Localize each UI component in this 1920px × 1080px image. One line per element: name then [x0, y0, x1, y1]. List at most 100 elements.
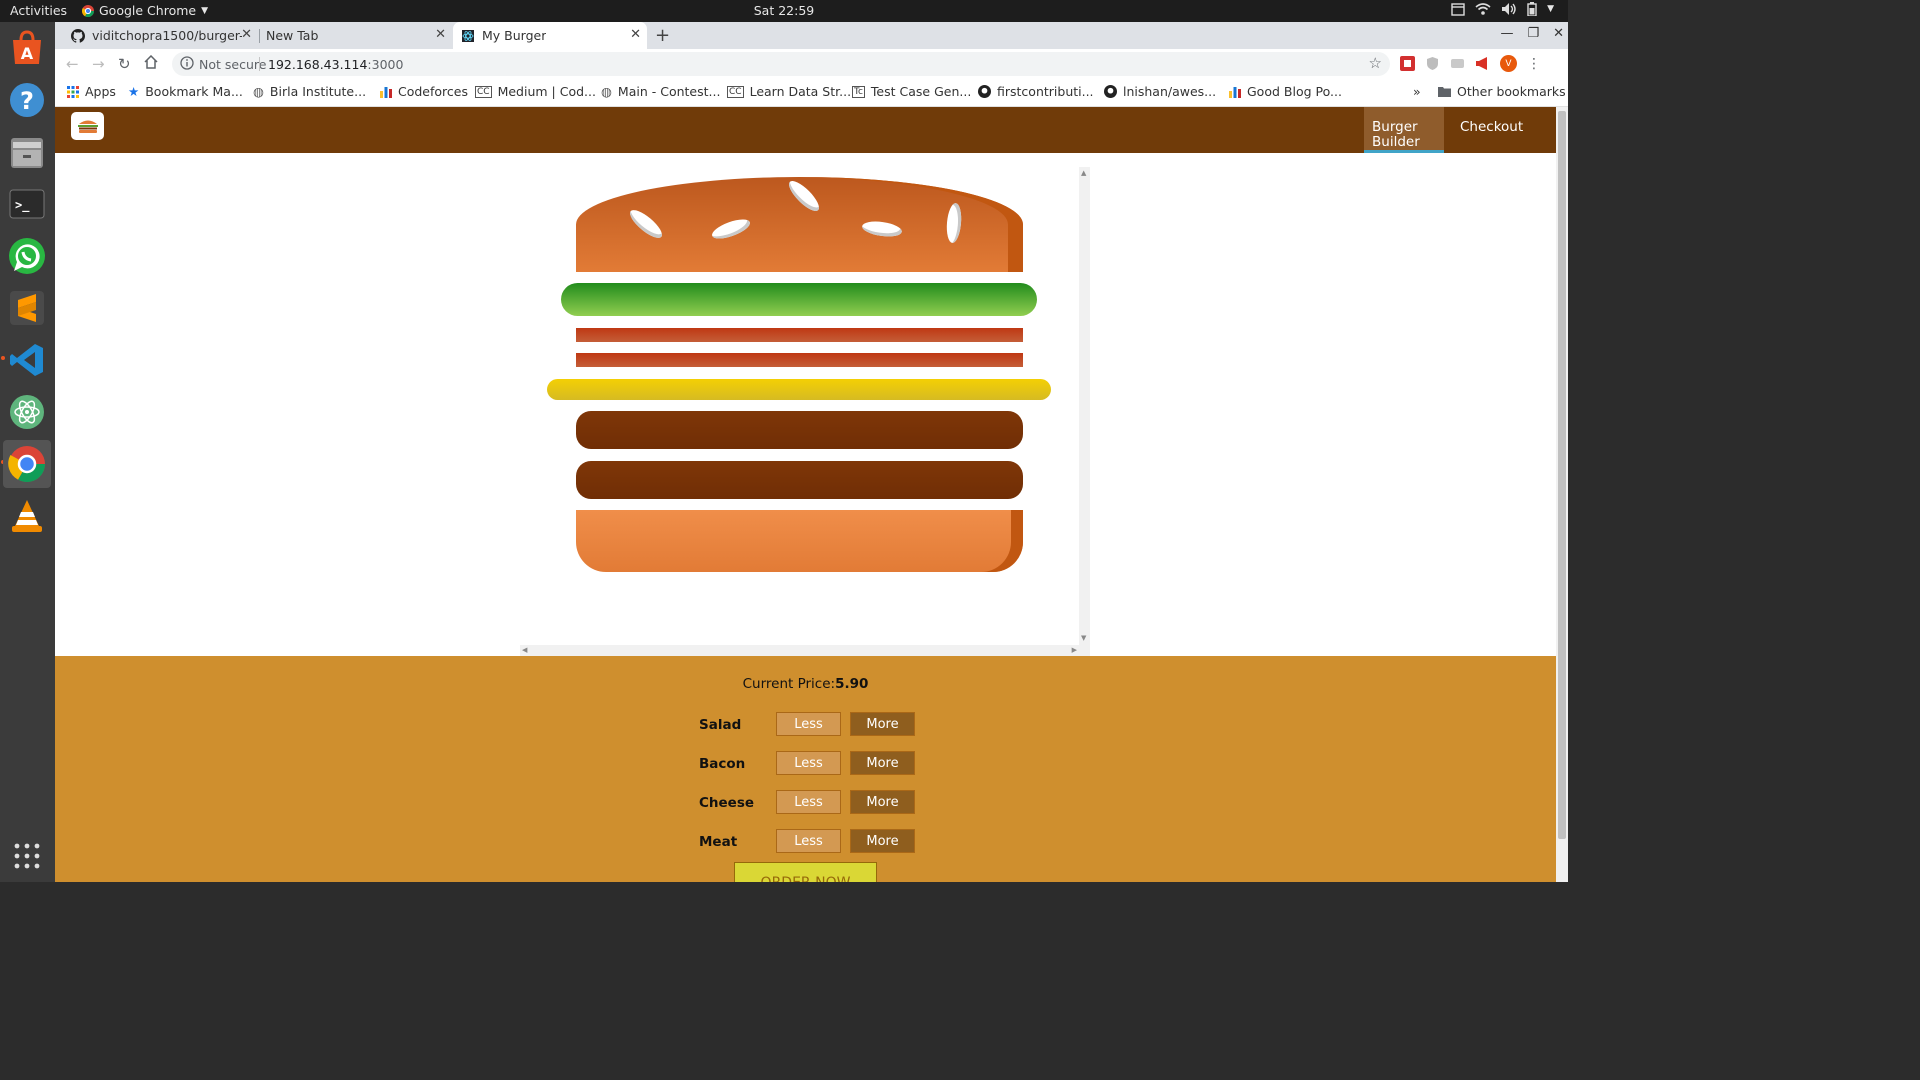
scroll-right-icon[interactable]: ▶ — [1072, 646, 1077, 654]
page-scrollbar[interactable] — [1556, 107, 1568, 882]
bookmark-item[interactable]: CC Medium | Cod... — [475, 84, 596, 99]
meat-layer — [576, 461, 1023, 499]
page-scrollbar-thumb[interactable] — [1558, 111, 1566, 839]
bookmark-item[interactable]: CC Learn Data Str... — [727, 84, 851, 99]
price-label: Current Price: — [742, 676, 836, 692]
dock-atom[interactable] — [3, 388, 51, 436]
menu-kebab-icon[interactable]: ⋮ — [1527, 56, 1541, 72]
extension-red-icon[interactable] — [1400, 56, 1415, 71]
minimize-icon[interactable]: — — [1500, 26, 1513, 41]
apps-grid-icon — [67, 85, 79, 98]
burger-logo-icon — [77, 120, 98, 133]
ingredient-label: Bacon — [699, 756, 746, 772]
restore-icon[interactable]: ❐ — [1527, 26, 1539, 41]
cc-icon: CC — [475, 85, 492, 98]
info-icon — [180, 56, 194, 70]
bacon-more-button[interactable]: More — [850, 751, 915, 775]
system-tray[interactable]: ▼ — [1451, 2, 1554, 16]
back-button[interactable]: ← — [66, 55, 79, 73]
close-tab-icon[interactable]: ✕ — [435, 27, 446, 42]
terminal-icon: >_ — [9, 189, 45, 219]
chevron-down-icon: ▼ — [1547, 4, 1554, 14]
tab-new-tab[interactable]: New Tab ✕ — [260, 22, 452, 49]
close-tab-icon[interactable]: ✕ — [241, 27, 252, 42]
meat-less-button[interactable]: Less — [776, 829, 841, 853]
reload-button[interactable]: ↻ — [118, 55, 131, 73]
current-price: Current Price:5.90 — [55, 676, 1556, 692]
dock-chrome[interactable] — [3, 440, 51, 488]
app-name: Google Chrome — [99, 3, 197, 18]
scroll-down-icon[interactable]: ▼ — [1081, 634, 1086, 642]
burger-logo[interactable] — [71, 112, 104, 140]
vscode-icon — [10, 344, 43, 376]
bookmark-item[interactable]: firstcontributi... — [978, 84, 1094, 99]
home-icon — [144, 54, 158, 69]
seed — [626, 205, 666, 243]
bookmark-item[interactable]: Good Blog Po... — [1229, 84, 1342, 99]
meat-more-button[interactable]: More — [850, 829, 915, 853]
scroll-up-icon[interactable]: ▲ — [1081, 169, 1086, 177]
atom-icon — [10, 395, 44, 429]
dock-help[interactable]: ? — [3, 76, 51, 124]
close-tab-icon[interactable]: ✕ — [630, 27, 641, 42]
nav-checkout[interactable]: Checkout — [1452, 107, 1524, 153]
forward-button[interactable]: → — [92, 55, 105, 73]
dock-vscode[interactable] — [3, 336, 51, 384]
bookmark-item[interactable]: Codeforces — [380, 84, 468, 99]
chrome-icon — [8, 446, 46, 483]
order-now-button[interactable]: ORDER NOW — [734, 862, 877, 882]
bookmark-item[interactable]: lnishan/awes... — [1104, 84, 1216, 99]
browser-toolbar: ← → ↻ Not secure 192.168.43.114:3000 ☆ V… — [55, 49, 1568, 79]
bookmark-apps[interactable]: Apps — [67, 84, 116, 99]
burger-preview — [520, 167, 1090, 656]
bookmarks-bar: Apps ★ Bookmark Ma... ◍ Birla Institute...… — [55, 79, 1568, 107]
seed — [709, 215, 753, 243]
bookmark-item[interactable]: ◍ Main - Contest... — [601, 84, 720, 99]
home-button[interactable] — [144, 54, 158, 73]
react-favicon-icon — [462, 29, 474, 42]
dock-vlc[interactable] — [3, 492, 51, 540]
extension-grey-icon[interactable] — [1450, 56, 1465, 71]
dock-show-apps[interactable] — [3, 832, 51, 880]
app-menu[interactable]: Google Chrome ▼ — [82, 3, 208, 18]
extension-megaphone-icon[interactable] — [1475, 56, 1490, 71]
bookmark-item[interactable]: Tc Test Case Gen... — [852, 84, 971, 99]
cheese-less-button[interactable]: Less — [776, 790, 841, 814]
burger-horizontal-scrollbar[interactable]: ◀ ▶ — [520, 645, 1079, 656]
scroll-left-icon[interactable]: ◀ — [522, 646, 527, 654]
avatar[interactable]: V — [1500, 55, 1517, 72]
bookmark-item[interactable]: ★ Bookmark Ma... — [128, 84, 243, 99]
dock-whatsapp[interactable] — [3, 232, 51, 280]
dock-ubuntu-software[interactable]: A — [3, 24, 51, 72]
address-bar[interactable]: Not secure 192.168.43.114:3000 ☆ — [172, 52, 1390, 76]
bookmark-item[interactable]: ◍ Birla Institute... — [253, 84, 366, 99]
burger-vertical-scrollbar[interactable]: ▲ ▼ — [1079, 167, 1090, 656]
salad-less-button[interactable]: Less — [776, 712, 841, 736]
ingredient-label: Meat — [699, 834, 738, 850]
globe-icon: ◍ — [601, 84, 612, 99]
dock-files[interactable] — [3, 128, 51, 176]
bookmarks-overflow-button[interactable]: » — [1413, 84, 1421, 99]
security-label: Not secure — [199, 57, 267, 72]
close-window-icon[interactable]: ✕ — [1553, 26, 1564, 41]
bacon-less-button[interactable]: Less — [776, 751, 841, 775]
star-icon: ★ — [128, 84, 140, 99]
salad-more-button[interactable]: More — [850, 712, 915, 736]
activities-button[interactable]: Activities — [10, 3, 67, 18]
bookmark-label: Test Case Gen... — [870, 84, 972, 99]
other-bookmarks[interactable]: Other bookmarks — [1438, 84, 1566, 99]
clock[interactable]: Sat 22:59 — [754, 3, 815, 18]
dock-sublime[interactable] — [3, 284, 51, 332]
omnibox-separator — [259, 57, 260, 71]
tab-my-burger[interactable]: My Burger ✕ — [453, 22, 647, 49]
globe-icon: ◍ — [253, 84, 264, 99]
bookmark-star-icon[interactable]: ☆ — [1369, 54, 1382, 72]
dock-terminal[interactable]: >_ — [3, 180, 51, 228]
nav-burger-builder[interactable]: Burger Builder — [1364, 107, 1444, 153]
cheese-more-button[interactable]: More — [850, 790, 915, 814]
new-tab-button[interactable]: + — [655, 25, 670, 46]
extension-shield-icon[interactable] — [1425, 56, 1440, 71]
github-icon — [71, 28, 85, 43]
testcase-icon: Tc — [852, 85, 865, 98]
tab-github[interactable]: viditchopra1500/burger- ✕ — [63, 22, 258, 49]
